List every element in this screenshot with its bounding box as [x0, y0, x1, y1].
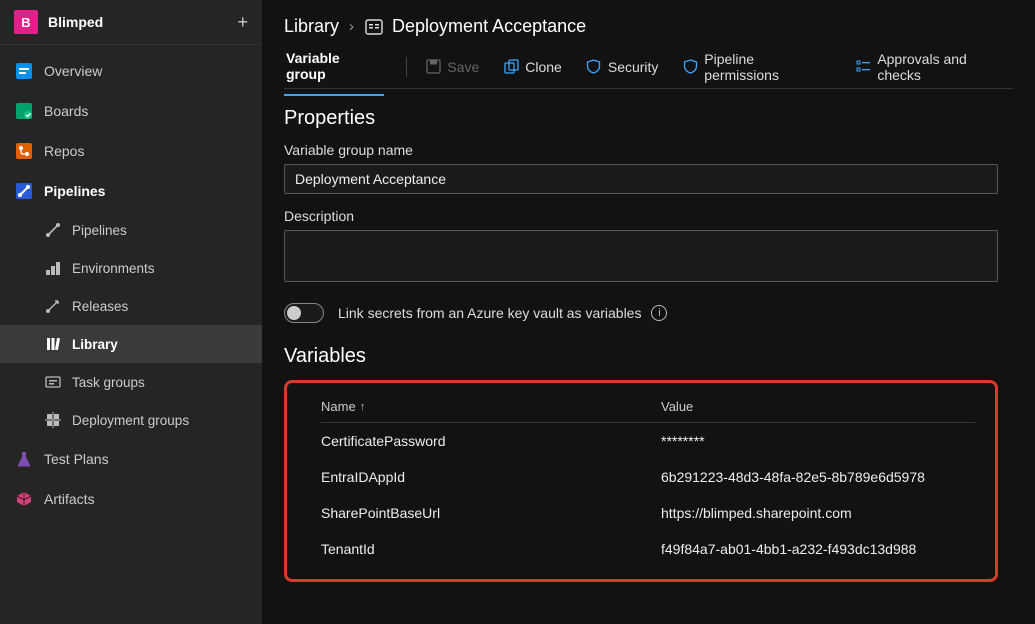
variable-group-name-label: Variable group name [284, 142, 1013, 158]
var-value: ******** [661, 433, 975, 449]
boards-icon [14, 101, 34, 121]
info-icon[interactable]: i [651, 305, 667, 321]
sub-pipelines-icon [44, 221, 62, 239]
project-name: Blimped [48, 14, 237, 30]
var-value: f49f84a7-ab01-4bb1-a232-f493dc13d988 [661, 541, 975, 557]
pipeline-permissions-button[interactable]: Pipeline permissions [682, 51, 831, 83]
repos-icon [14, 141, 34, 161]
tab-variable-group[interactable]: Variable group [284, 38, 384, 96]
table-row[interactable]: TenantId f49f84a7-ab01-4bb1-a232-f493dc1… [321, 531, 975, 567]
variables-table: Name ↑ Value CertificatePassword *******… [284, 380, 998, 582]
column-value[interactable]: Value [661, 399, 975, 414]
sidebar: B Blimped + Overview Boards Repos P [0, 0, 262, 624]
nav-sub-pipelines-label: Pipelines [72, 223, 127, 238]
pipeline-permissions-label: Pipeline permissions [704, 51, 831, 83]
artifacts-icon [14, 489, 34, 509]
breadcrumb-leaf: Deployment Acceptance [392, 16, 586, 37]
save-button: Save [425, 59, 479, 75]
nav-repos-label: Repos [44, 143, 84, 159]
shield-icon [586, 59, 602, 75]
save-label: Save [447, 59, 479, 75]
nav-pipelines[interactable]: Pipelines [0, 171, 262, 211]
add-project-icon[interactable]: + [237, 12, 248, 33]
nav-test-plans[interactable]: Test Plans [0, 439, 262, 479]
releases-icon [44, 297, 62, 315]
library-icon [44, 335, 62, 353]
nav-deployment-groups-label: Deployment groups [72, 413, 189, 428]
var-name: TenantId [321, 541, 661, 557]
sort-ascending-icon: ↑ [360, 401, 366, 413]
project-header[interactable]: B Blimped + [0, 0, 262, 45]
clone-label: Clone [525, 59, 562, 75]
save-icon [425, 59, 441, 75]
shield-icon [682, 59, 698, 75]
column-name-label: Name [321, 399, 356, 414]
breadcrumb-separator: › [349, 18, 354, 35]
variables-header-row: Name ↑ Value [321, 391, 975, 423]
deployment-groups-icon [44, 411, 62, 429]
breadcrumb: Library › Deployment Acceptance [284, 16, 1013, 37]
nav-overview-label: Overview [44, 63, 102, 79]
variable-group-icon [364, 17, 384, 37]
link-secrets-row: Link secrets from an Azure key vault as … [284, 303, 1013, 323]
nav-releases[interactable]: Releases [0, 287, 262, 325]
project-badge: B [14, 10, 38, 34]
approvals-button[interactable]: Approvals and checks [855, 51, 1013, 83]
table-row[interactable]: EntraIDAppId 6b291223-48d3-48fa-82e5-8b7… [321, 459, 975, 495]
variables-heading: Variables [284, 345, 1013, 368]
var-value: 6b291223-48d3-48fa-82e5-8b789e6d5978 [661, 469, 975, 485]
column-name[interactable]: Name ↑ [321, 399, 661, 414]
nav-boards[interactable]: Boards [0, 91, 262, 131]
task-groups-icon [44, 373, 62, 391]
security-button[interactable]: Security [586, 59, 659, 75]
description-input[interactable] [284, 230, 998, 282]
var-value: https://blimped.sharepoint.com [661, 505, 975, 521]
checklist-icon [855, 59, 871, 75]
table-row[interactable]: CertificatePassword ******** [321, 423, 975, 459]
var-name: SharePointBaseUrl [321, 505, 661, 521]
main-content: Library › Deployment Acceptance Variable… [262, 0, 1035, 624]
nav-library[interactable]: Library [0, 325, 262, 363]
overview-icon [14, 61, 34, 81]
test-plans-icon [14, 449, 34, 469]
security-label: Security [608, 59, 659, 75]
nav-deployment-groups[interactable]: Deployment groups [0, 401, 262, 439]
nav-task-groups[interactable]: Task groups [0, 363, 262, 401]
nav-overview[interactable]: Overview [0, 51, 262, 91]
link-secrets-toggle[interactable] [284, 303, 324, 323]
breadcrumb-root[interactable]: Library [284, 16, 339, 37]
nav-pipelines-label: Pipelines [44, 183, 105, 199]
properties-heading: Properties [284, 107, 1013, 130]
nav-releases-label: Releases [72, 299, 128, 314]
tabbar: Variable group Save Clone Security Pipel… [284, 45, 1013, 89]
pipelines-icon [14, 181, 34, 201]
nav-artifacts[interactable]: Artifacts [0, 479, 262, 519]
nav-library-label: Library [72, 337, 118, 352]
nav-boards-label: Boards [44, 103, 88, 119]
nav-test-plans-label: Test Plans [44, 451, 109, 467]
nav-environments-label: Environments [72, 261, 155, 276]
nav-repos[interactable]: Repos [0, 131, 262, 171]
environments-icon [44, 259, 62, 277]
nav-environments[interactable]: Environments [0, 249, 262, 287]
link-secrets-label: Link secrets from an Azure key vault as … [338, 305, 641, 321]
var-name: EntraIDAppId [321, 469, 661, 485]
table-row[interactable]: SharePointBaseUrl https://blimped.sharep… [321, 495, 975, 531]
description-label: Description [284, 208, 1013, 224]
nav-artifacts-label: Artifacts [44, 491, 95, 507]
nav: Overview Boards Repos Pipelines Pipeline… [0, 45, 262, 519]
clone-button[interactable]: Clone [503, 59, 562, 75]
nav-sub-pipelines[interactable]: Pipelines [0, 211, 262, 249]
nav-task-groups-label: Task groups [72, 375, 145, 390]
clone-icon [503, 59, 519, 75]
approvals-label: Approvals and checks [877, 51, 1013, 83]
variable-group-name-input[interactable] [284, 164, 998, 194]
tabbar-divider [406, 57, 407, 77]
var-name: CertificatePassword [321, 433, 661, 449]
